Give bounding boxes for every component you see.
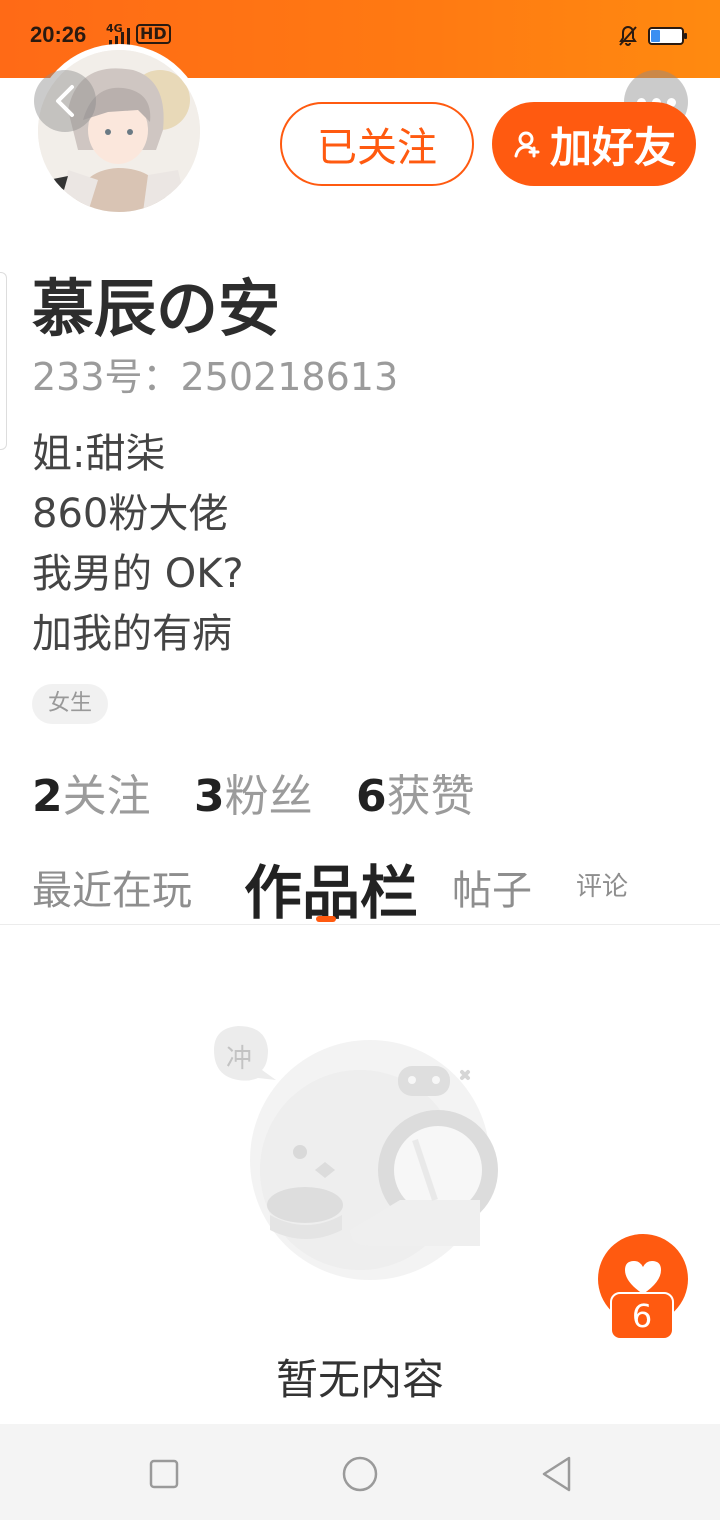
profile-nickname: 慕辰の安 [32,272,281,345]
stat-followers[interactable]: 3粉丝 [194,760,313,824]
bio-line: 860粉大佬 [32,491,229,537]
heart-icon [625,1261,661,1294]
bio-line: 加我的有病 [32,611,232,657]
following-button[interactable]: 已关注 [280,102,474,186]
likes-label: 获赞 [386,771,475,822]
following-label: 关注 [62,771,151,822]
active-tab-indicator [316,916,336,922]
chevron-left-icon [56,85,74,117]
following-button-label: 已关注 [317,125,437,171]
tab-comments[interactable]: 评论 [576,866,628,903]
likes-count: 6 [356,771,387,822]
tab-recent[interactable]: 最近在玩 [32,858,192,916]
gender-tag: 女生 [32,684,109,724]
side-drawer-handle[interactable] [0,272,7,450]
bio-line: 姐:甜柒 [32,431,166,477]
user-add-icon [514,131,540,158]
hd-badge: HD [136,24,171,44]
profile-uid: 233号：250218613 [32,355,399,399]
add-friend-button-label: 加好友 [549,122,676,172]
nav-home-button[interactable] [340,1454,380,1494]
bell-muted-icon [619,25,637,46]
stat-following[interactable]: 2关注 [32,760,151,824]
status-time: 20:26 [30,22,87,47]
back-button[interactable] [34,70,96,132]
circle-icon [342,1456,378,1492]
empty-state-illustration: 冲 [210,1020,500,1310]
add-friend-button[interactable]: 加好友 [492,102,696,186]
empty-state-message: 暂无内容 [275,1355,444,1404]
followers-count: 3 [194,771,225,822]
profile-bio: 姐:甜柒 860粉大佬 我男的 OK? 加我的有病 [32,424,244,664]
bio-line: 我男的 OK? [32,551,244,597]
nav-back-button[interactable] [536,1454,576,1494]
signal-icon [109,28,130,46]
empty-box-icon [214,1026,498,1280]
like-count-badge: 6 [610,1292,674,1340]
empty-bubble-text: 冲 [226,1044,253,1074]
triangle-back-icon [542,1456,571,1492]
stat-likes[interactable]: 6获赞 [356,760,475,824]
followers-label: 粉丝 [224,771,313,822]
system-nav-bar [0,1424,720,1520]
nav-recent-button[interactable] [144,1454,184,1494]
following-count: 2 [32,771,63,822]
tab-posts[interactable]: 帖子 [452,858,532,916]
square-icon [149,1459,179,1489]
battery-icon [648,27,687,45]
profile-tabs: 最近在玩 作品栏 帖子 评论 [0,840,720,927]
